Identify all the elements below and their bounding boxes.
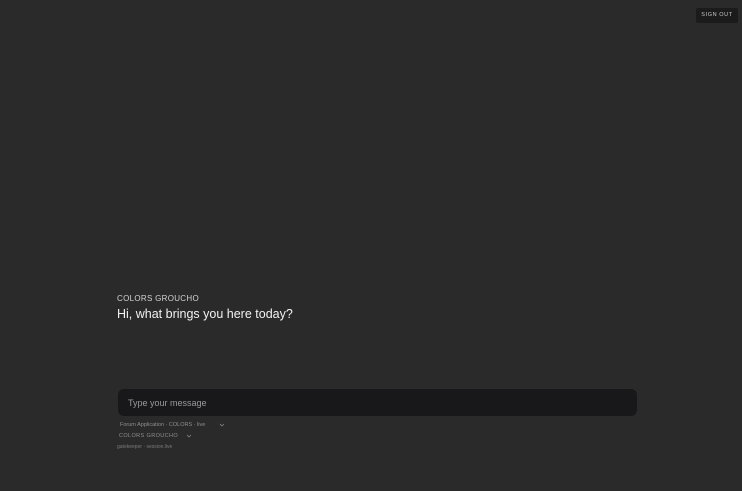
message-input[interactable] <box>128 389 623 416</box>
application-selector[interactable]: Forum Application · COLORS · live <box>120 421 225 429</box>
session-footer: gatekeeper · session.live <box>117 444 173 450</box>
sign-out-button[interactable]: SIGN OUT <box>696 8 738 23</box>
agent-selector[interactable]: COLORS GROUCHO <box>119 432 192 440</box>
message-composer[interactable] <box>118 389 637 416</box>
greeting-message: Hi, what brings you here today? <box>117 307 293 321</box>
chevron-down-icon <box>186 433 192 439</box>
chevron-down-icon <box>219 422 225 428</box>
application-selector-label: Forum Application · COLORS · live <box>120 422 206 428</box>
agent-selector-label: COLORS GROUCHO <box>119 433 179 439</box>
agent-name: COLORS GROUCHO <box>117 294 199 303</box>
